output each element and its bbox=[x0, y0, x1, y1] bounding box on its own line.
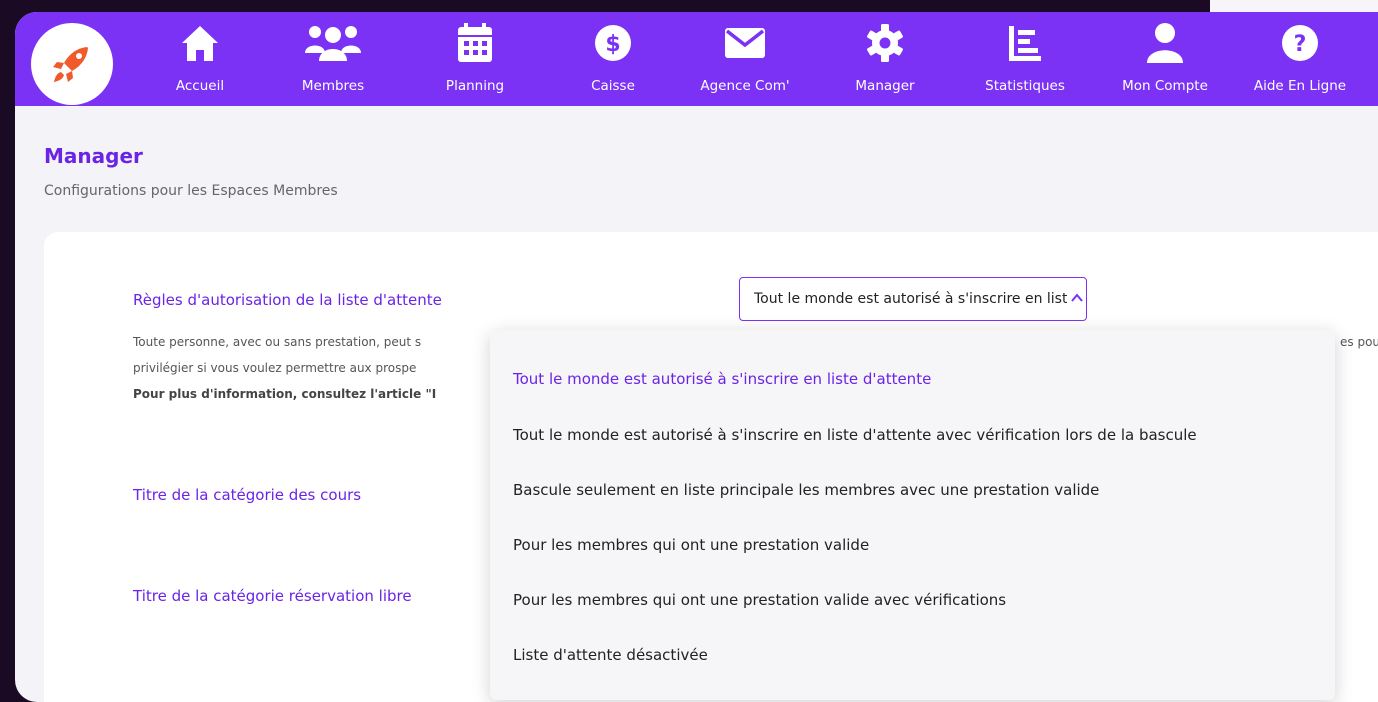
waitlist-rules-title: Règles d'autorisation de la liste d'atte… bbox=[133, 291, 442, 309]
top-navbar: Accueil Membres Planning $ Caisse Agence… bbox=[15, 12, 1378, 106]
nav-item-label: Planning bbox=[445, 78, 505, 94]
dropdown-option[interactable]: Pour les membres qui ont une prestation … bbox=[513, 591, 1006, 609]
users-icon bbox=[303, 21, 363, 65]
help-icon: ? bbox=[1280, 21, 1320, 65]
gear-icon bbox=[864, 21, 906, 65]
nav-item-label: Statistiques bbox=[985, 78, 1065, 94]
nav-item-label: Aide En Ligne bbox=[1253, 78, 1347, 94]
page-subtitle: Configurations pour les Espaces Membres bbox=[44, 183, 338, 199]
page-title: Manager bbox=[44, 144, 143, 168]
waitlist-rules-dropdown: Tout le monde est autorisé à s'inscrire … bbox=[490, 330, 1335, 700]
nav-item-label: Mon Compte bbox=[1122, 78, 1208, 94]
app-logo[interactable] bbox=[31, 23, 113, 105]
nav-item-caisse[interactable]: $ Caisse bbox=[583, 12, 643, 106]
dropdown-option[interactable]: Bascule seulement en liste principale le… bbox=[513, 481, 1099, 499]
nav-item-label: Accueil bbox=[175, 78, 225, 94]
select-value: Tout le monde est autorisé à s'inscrire … bbox=[754, 291, 1067, 307]
nav-item-label: Agence Com' bbox=[700, 78, 790, 94]
home-icon bbox=[179, 21, 221, 65]
dropdown-option[interactable]: Tout le monde est autorisé à s'inscrire … bbox=[513, 426, 1197, 444]
svg-text:$: $ bbox=[605, 32, 620, 57]
waitlist-rules-description: privilégier si vous voulez permettre aux… bbox=[133, 361, 417, 375]
waitlist-rules-help-link[interactable]: Pour plus d'information, consultez l'art… bbox=[133, 387, 436, 401]
chevron-up-icon bbox=[1071, 292, 1083, 306]
nav-item-planning[interactable]: Planning bbox=[435, 12, 515, 106]
app-window: Accueil Membres Planning $ Caisse Agence… bbox=[15, 12, 1378, 702]
nav-item-aide-en-ligne[interactable]: ? Aide En Ligne bbox=[1240, 12, 1360, 106]
dropdown-option[interactable]: Liste d'attente désactivée bbox=[513, 646, 708, 664]
nav-item-accueil[interactable]: Accueil bbox=[168, 12, 232, 106]
dollar-icon: $ bbox=[593, 21, 633, 65]
user-icon bbox=[1145, 21, 1185, 65]
waitlist-rules-description: Toute personne, avec ou sans prestation,… bbox=[133, 335, 422, 349]
free-booking-category-title-label: Titre de la catégorie réservation libre bbox=[133, 587, 412, 605]
nav-item-mon-compte[interactable]: Mon Compte bbox=[1110, 12, 1220, 106]
dropdown-option[interactable]: Pour les membres qui ont une prestation … bbox=[513, 536, 869, 554]
rocket-icon bbox=[53, 47, 88, 82]
nav-item-label: Membres bbox=[301, 78, 365, 94]
course-category-title-label: Titre de la catégorie des cours bbox=[133, 486, 362, 504]
nav-item-label: Caisse bbox=[591, 78, 635, 94]
nav-item-statistiques[interactable]: Statistiques bbox=[975, 12, 1075, 106]
nav-item-agence-com[interactable]: Agence Com' bbox=[695, 12, 795, 106]
svg-text:?: ? bbox=[1294, 32, 1307, 57]
waitlist-rules-select[interactable]: Tout le monde est autorisé à s'inscrire … bbox=[739, 277, 1087, 321]
chart-icon bbox=[1007, 21, 1043, 65]
dropdown-option[interactable]: Tout le monde est autorisé à s'inscrire … bbox=[513, 370, 931, 388]
nav-item-membres[interactable]: Membres bbox=[293, 12, 373, 106]
nav-item-label: Manager bbox=[855, 78, 915, 94]
calendar-icon bbox=[455, 21, 495, 65]
nav-item-manager[interactable]: Manager bbox=[850, 12, 920, 106]
waitlist-rules-description-tail: es pou bbox=[1340, 335, 1378, 349]
envelope-icon bbox=[723, 21, 767, 65]
